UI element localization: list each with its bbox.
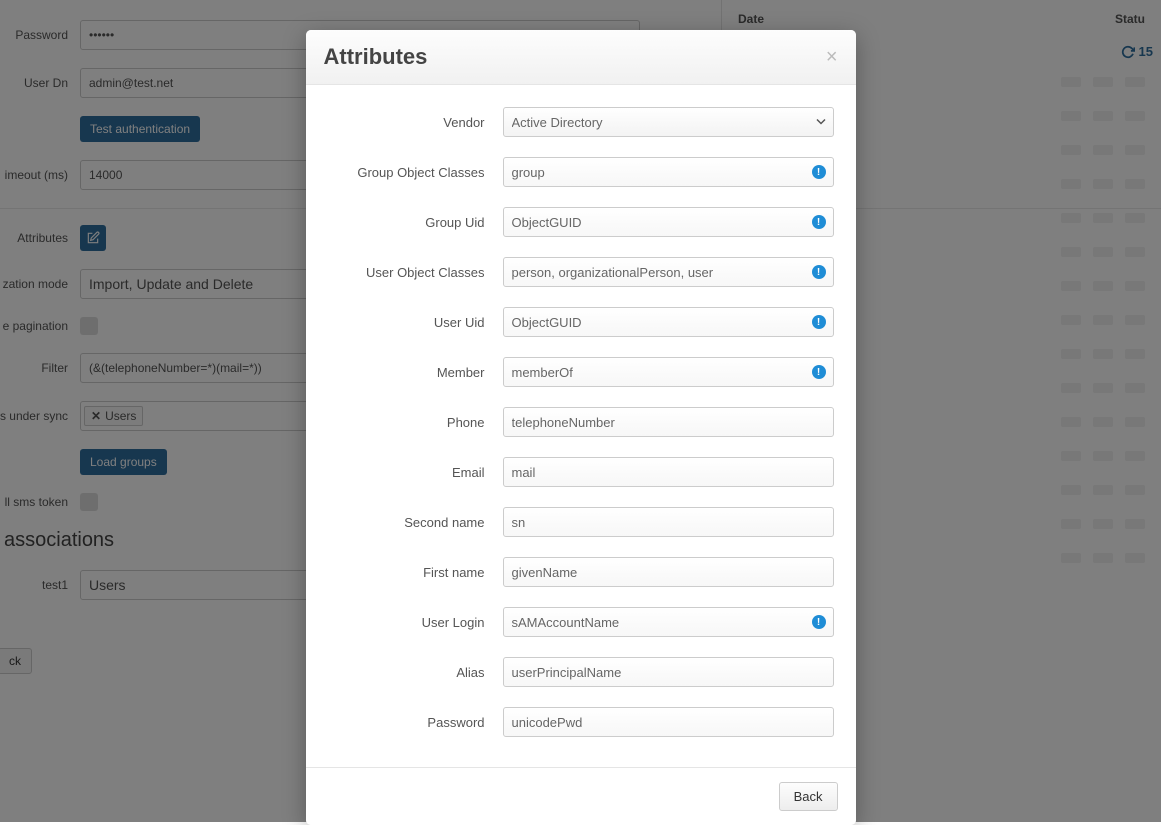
row-vendor: Vendor Active Directory [328, 107, 834, 137]
password-attr-label: Password [328, 715, 503, 730]
back-button[interactable]: Back [779, 782, 838, 811]
row-group-object-classes: Group Object Classes ! [328, 157, 834, 187]
group-object-classes-input[interactable] [503, 157, 834, 187]
modal-title: Attributes [324, 44, 428, 70]
member-input[interactable] [503, 357, 834, 387]
second-name-label: Second name [328, 515, 503, 530]
row-second-name: Second name [328, 507, 834, 537]
row-user-login: User Login ! [328, 607, 834, 637]
vendor-label: Vendor [328, 115, 503, 130]
email-label: Email [328, 465, 503, 480]
row-email: Email [328, 457, 834, 487]
row-alias: Alias [328, 657, 834, 687]
user-object-classes-label: User Object Classes [328, 265, 503, 280]
modal-overlay: Attributes × Vendor Active Directory Gro… [0, 0, 1161, 822]
group-uid-label: Group Uid [328, 215, 503, 230]
member-label: Member [328, 365, 503, 380]
user-login-label: User Login [328, 615, 503, 630]
row-user-object-classes: User Object Classes ! [328, 257, 834, 287]
modal-header: Attributes × [306, 30, 856, 85]
info-icon[interactable]: ! [812, 165, 826, 179]
first-name-input[interactable] [503, 557, 834, 587]
password-attr-input[interactable] [503, 707, 834, 737]
row-group-uid: Group Uid ! [328, 207, 834, 237]
user-uid-label: User Uid [328, 315, 503, 330]
email-input[interactable] [503, 457, 834, 487]
info-icon[interactable]: ! [812, 615, 826, 629]
alias-input[interactable] [503, 657, 834, 687]
attributes-modal: Attributes × Vendor Active Directory Gro… [306, 30, 856, 825]
row-phone: Phone [328, 407, 834, 437]
phone-input[interactable] [503, 407, 834, 437]
row-first-name: First name [328, 557, 834, 587]
second-name-input[interactable] [503, 507, 834, 537]
close-icon[interactable]: × [826, 47, 838, 67]
group-object-classes-label: Group Object Classes [328, 165, 503, 180]
group-uid-input[interactable] [503, 207, 834, 237]
first-name-label: First name [328, 565, 503, 580]
modal-footer: Back [306, 767, 856, 825]
vendor-select[interactable]: Active Directory [503, 107, 834, 137]
user-uid-input[interactable] [503, 307, 834, 337]
phone-label: Phone [328, 415, 503, 430]
row-password-attr: Password [328, 707, 834, 737]
user-object-classes-input[interactable] [503, 257, 834, 287]
row-user-uid: User Uid ! [328, 307, 834, 337]
info-icon[interactable]: ! [812, 215, 826, 229]
info-icon[interactable]: ! [812, 365, 826, 379]
row-member: Member ! [328, 357, 834, 387]
user-login-input[interactable] [503, 607, 834, 637]
modal-body: Vendor Active Directory Group Object Cla… [306, 85, 856, 767]
alias-label: Alias [328, 665, 503, 680]
info-icon[interactable]: ! [812, 315, 826, 329]
info-icon[interactable]: ! [812, 265, 826, 279]
